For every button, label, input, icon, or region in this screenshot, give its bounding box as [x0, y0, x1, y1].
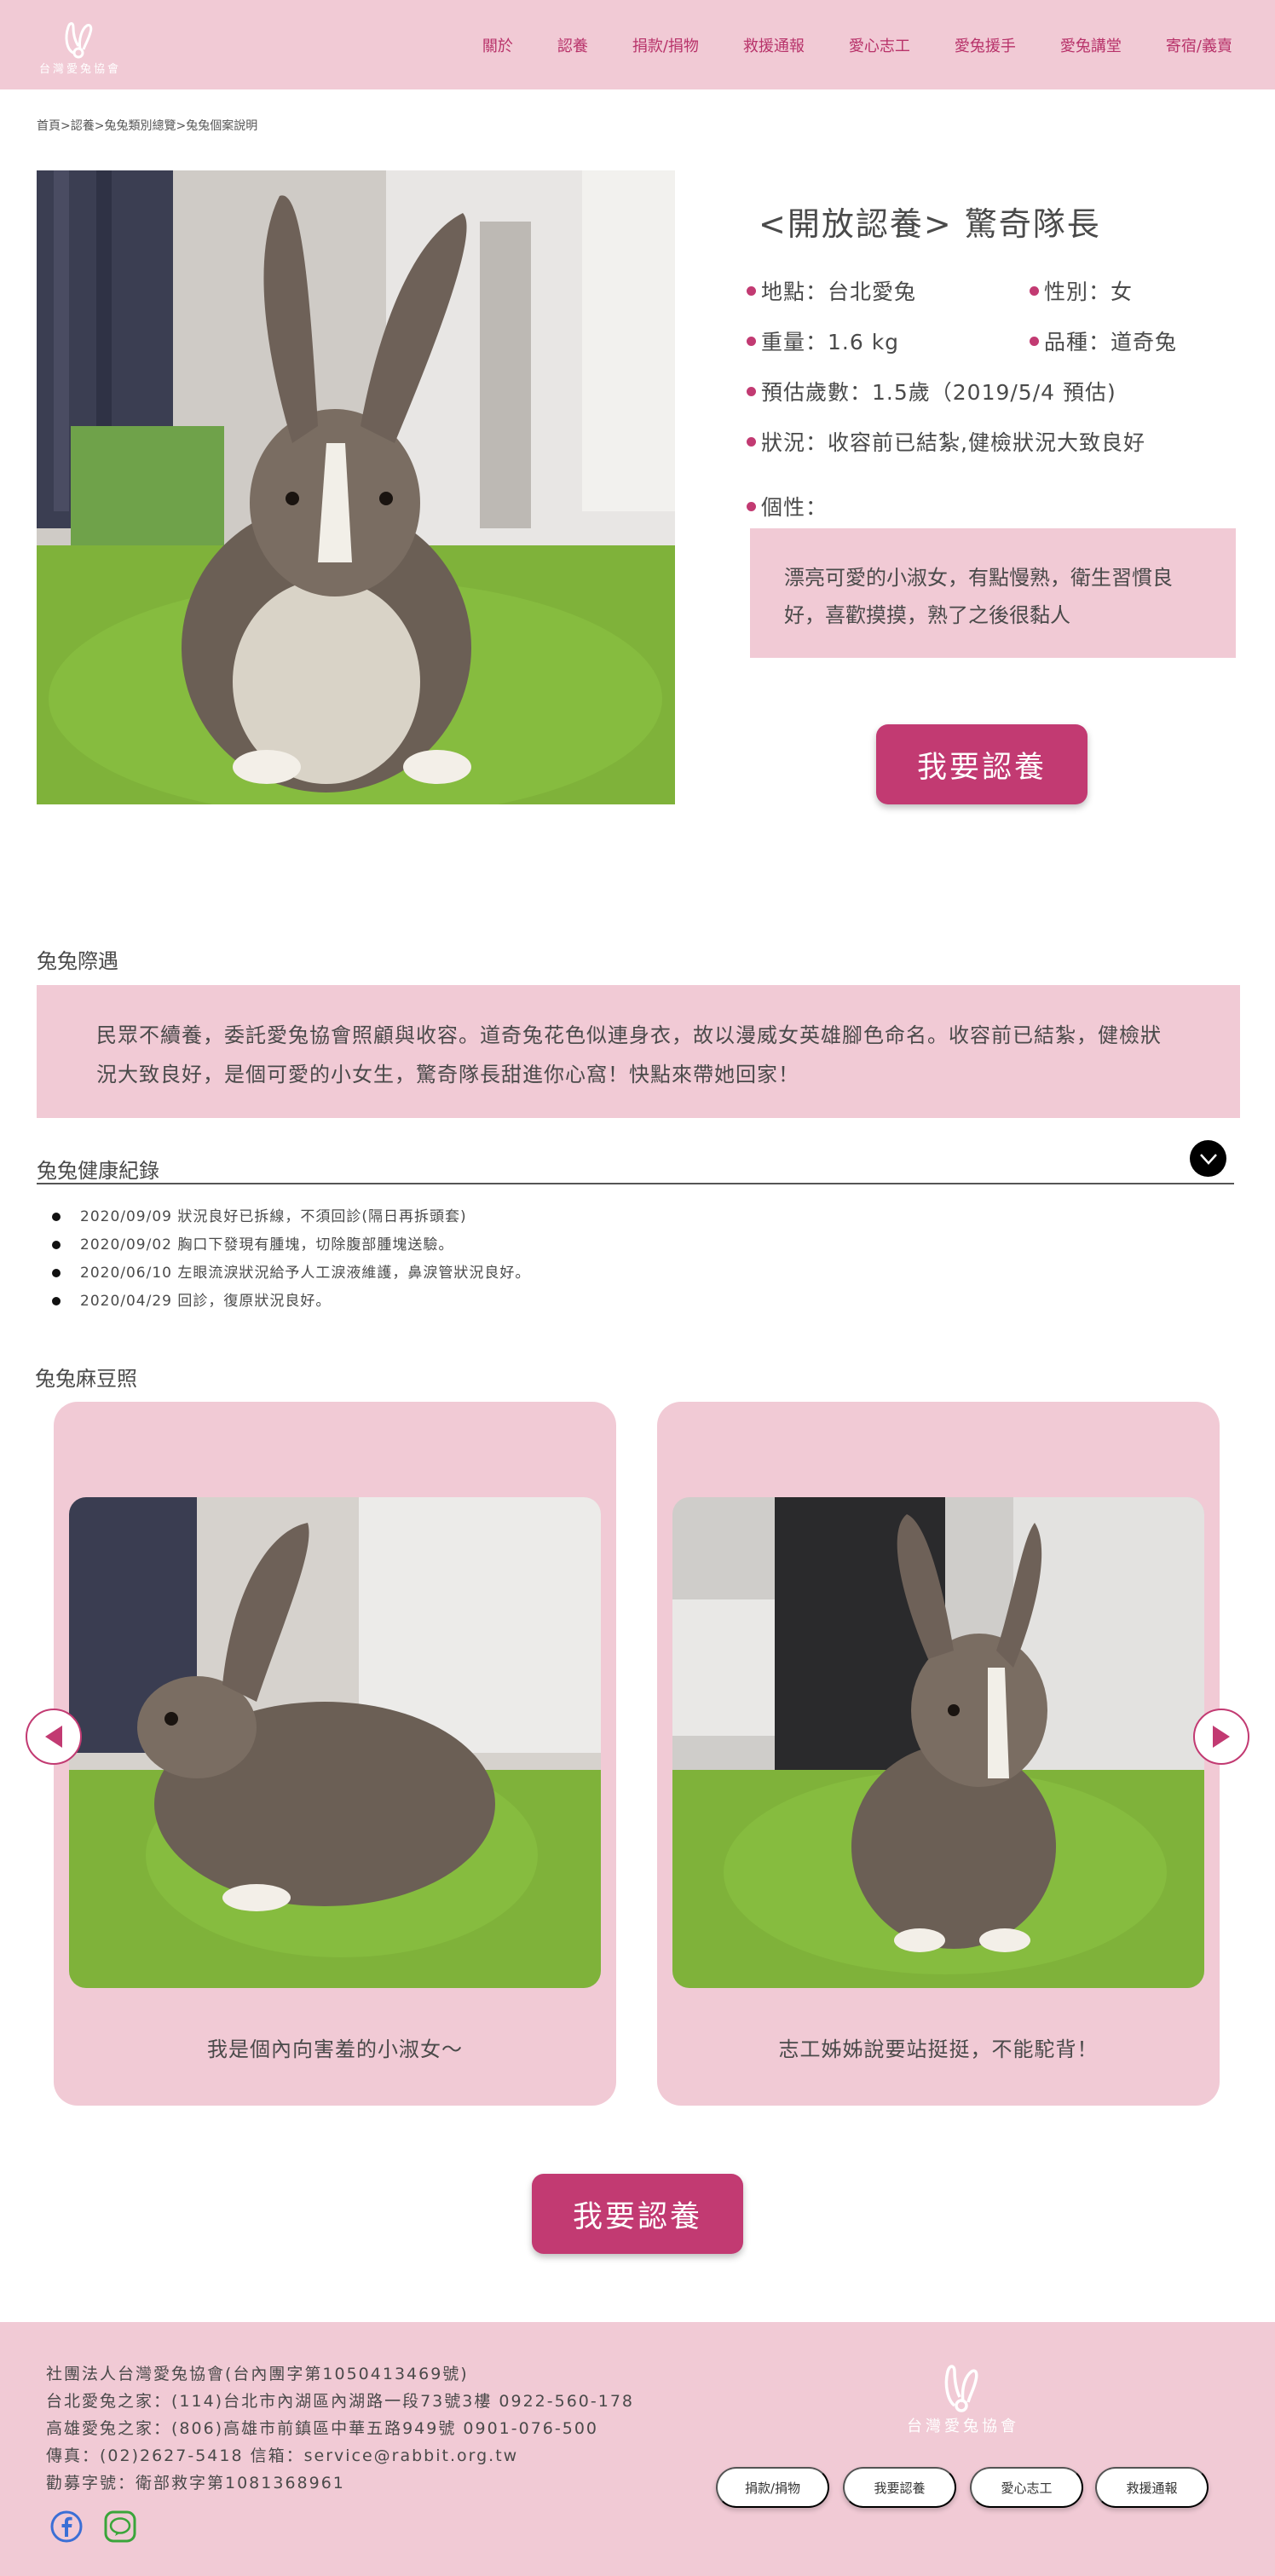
bullet-dot-icon — [747, 386, 756, 396]
footer-contact: 社團法人台灣愛兔協會(台內團字第1050413469號) 台北愛兔之家：(114… — [46, 2360, 634, 2497]
gallery-card: 志工姊姊說要站挺挺，不能駝背！ — [657, 1402, 1220, 2106]
story-text: 民眾不續養，委託愛兔協會照顧與收容。道奇兔花色似連身衣，故以漫威女英雄腳色命名。… — [37, 985, 1240, 1118]
site-footer: 社團法人台灣愛兔協會(台內團字第1050413469號) 台北愛兔之家：(114… — [0, 2322, 1275, 2576]
gallery-photo — [69, 1497, 601, 1988]
divider — [37, 1183, 1234, 1184]
footer-logo[interactable]: 台灣愛兔協會 — [895, 2358, 1031, 2443]
gallery-caption: 志工姊姊說要站挺挺，不能駝背！ — [778, 2037, 1099, 2061]
list-item: 2020/04/29 回診，復原狀況良好。 — [49, 1288, 530, 1316]
gallery-photo — [672, 1497, 1204, 1988]
health-toggle-button[interactable] — [1190, 1140, 1226, 1177]
gallery-caption: 我是個內向害羞的小淑女～ — [207, 2037, 463, 2061]
info-breed: 品種：道奇兔 — [1030, 326, 1177, 356]
footer-line: 傳真：(02)2627-5418 信箱：service@rabbit.org.t… — [46, 2446, 519, 2465]
logo-text: 台灣愛兔協會 — [38, 63, 121, 76]
footer-adopt-button[interactable]: 我要認養 — [843, 2467, 956, 2508]
info-gender: 性別：女 — [1030, 275, 1133, 306]
footer-line: 高雄愛兔之家：(806)高雄市前鎮區中華五路949號 0901-076-500 — [46, 2419, 598, 2438]
list-item: 2020/06/10 左眼流淚狀況給予人工淚液維護，鼻淚管狀況良好。 — [49, 1259, 530, 1288]
nav-donate[interactable]: 捐款/捐物 — [632, 34, 699, 56]
gallery-prev-button[interactable] — [26, 1709, 82, 1765]
bullet-dot-icon — [747, 336, 756, 346]
arrow-left-icon — [45, 1726, 62, 1748]
nav-rescue-report[interactable]: 救援通報 — [743, 34, 805, 56]
info-personality-label: 個性： — [747, 491, 828, 522]
arrow-right-icon — [1213, 1726, 1230, 1748]
line-icon — [104, 2510, 136, 2543]
bullet-dot-icon — [747, 285, 756, 296]
breadcrumb[interactable]: 首頁>認養>兔兔類別總覽>兔兔個案說明 — [37, 117, 257, 134]
footer-line: 社團法人台灣愛兔協會(台內團字第1050413469號) — [46, 2365, 469, 2383]
bullet-dot-icon — [1030, 336, 1039, 346]
gallery-title: 兔兔麻豆照 — [35, 1367, 137, 1391]
health-title: 兔兔健康紀錄 — [37, 1159, 159, 1183]
gallery-card: 我是個內向害羞的小淑女～ — [54, 1402, 616, 2106]
footer-line: 勸募字號：衛部救字第1081368961 — [46, 2474, 345, 2492]
footer-donate-button[interactable]: 捐款/捐物 — [716, 2467, 829, 2508]
bullet-dot-icon — [747, 436, 756, 447]
bullet-dot-icon — [747, 501, 756, 511]
health-records: 2020/09/09 狀況良好已拆線，不須回診(隔日再拆頭套) 2020/09/… — [49, 1203, 530, 1316]
list-item: 2020/09/02 胸口下發現有腫塊，切除腹部腫塊送驗。 — [49, 1231, 530, 1259]
info-weight: 重量：1.6 kg — [747, 326, 899, 356]
gallery-next-button[interactable] — [1193, 1709, 1249, 1765]
info-status: 狀況：收容前已結紮,健檢狀況大致良好 — [747, 426, 1145, 457]
rabbit-main-photo — [37, 170, 675, 804]
facebook-link[interactable] — [49, 2510, 84, 2544]
nav-adopt[interactable]: 認養 — [557, 34, 588, 56]
line-link[interactable] — [103, 2510, 137, 2544]
main-nav: 關於 認養 捐款/捐物 救援通報 愛心志工 愛兔援手 愛兔講堂 寄宿/義賣 — [438, 0, 1232, 89]
list-item: 2020/09/09 狀況良好已拆線，不須回診(隔日再拆頭套) — [49, 1203, 530, 1231]
rabbit-logo-icon — [65, 22, 93, 59]
nav-volunteer[interactable]: 愛心志工 — [849, 34, 910, 56]
info-age: 預估歲數：1.5歲（2019/5/4 預估) — [747, 376, 1116, 406]
nav-about[interactable]: 關於 — [482, 34, 513, 56]
info-location: 地點：台北愛兔 — [747, 275, 916, 306]
personality-box: 漂亮可愛的小淑女，有點慢熟，衛生習慣良好，喜歡摸摸，熟了之後很黏人 — [750, 528, 1236, 658]
chevron-down-icon — [1199, 1153, 1217, 1165]
nav-boarding[interactable]: 寄宿/義賣 — [1166, 34, 1232, 56]
adopt-button-bottom[interactable]: 我要認養 — [532, 2174, 743, 2254]
footer-volunteer-button[interactable]: 愛心志工 — [970, 2467, 1083, 2508]
site-logo[interactable]: 台灣愛兔協會 — [29, 15, 131, 77]
rabbit-title: <開放認養> 驚奇隊長 — [759, 205, 1101, 243]
footer-line: 台北愛兔之家：(114)台北市內湖區內湖路一段73號3樓 0922-560-17… — [46, 2392, 634, 2411]
logo-text: 台灣愛兔協會 — [907, 2418, 1019, 2435]
bullet-dot-icon — [1030, 285, 1039, 296]
rabbit-logo-icon — [944, 2365, 978, 2412]
story-title: 兔兔際遇 — [37, 949, 118, 973]
nav-lectures[interactable]: 愛兔講堂 — [1060, 34, 1122, 56]
footer-rescue-button[interactable]: 救援通報 — [1095, 2467, 1209, 2508]
facebook-icon — [50, 2510, 83, 2543]
adopt-button[interactable]: 我要認養 — [876, 724, 1088, 804]
nav-help[interactable]: 愛兔援手 — [955, 34, 1016, 56]
site-header: 台灣愛兔協會 關於 認養 捐款/捐物 救援通報 愛心志工 愛兔援手 愛兔講堂 寄… — [0, 0, 1275, 89]
